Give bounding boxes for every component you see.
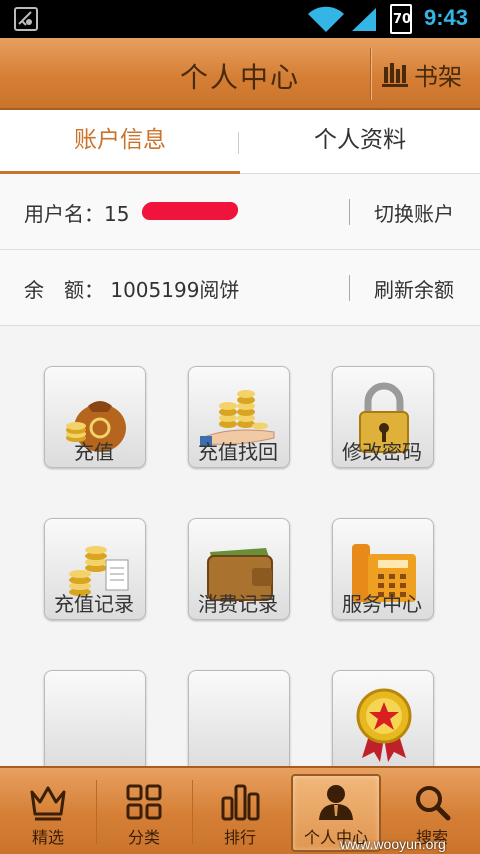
balance-row: 余 额： 1005199阅饼 刷新余额: [0, 250, 480, 326]
ranking-bars-icon: [221, 784, 260, 821]
recharge-recovery-item[interactable]: 充值找回: [166, 328, 310, 478]
header-divider: [370, 48, 372, 100]
change-password-label: 修改密码: [342, 440, 422, 464]
signal-icon: [352, 8, 376, 31]
bookshelf-label: 书架: [414, 62, 462, 91]
battery-level: 70: [392, 12, 412, 27]
nav-ranking-label: 排行: [223, 828, 256, 847]
username-label: 用户名：15: [24, 202, 130, 226]
recharge-item[interactable]: 充值: [22, 328, 166, 478]
recharge-history-label: 充值记录: [54, 592, 134, 616]
award-tile[interactable]: [332, 670, 434, 766]
grid-tile-empty-2[interactable]: [188, 670, 290, 766]
redaction-mark: [140, 202, 240, 220]
switch-account-button[interactable]: 切换账户: [374, 198, 454, 227]
grid-tile-empty-1[interactable]: [44, 670, 146, 766]
clock: 9:43: [424, 5, 469, 30]
nav-ranking[interactable]: 排行: [192, 768, 288, 854]
balance-value: 1005199阅饼: [110, 278, 240, 302]
nav-featured-label: 精选: [31, 828, 64, 847]
tab-bar: 账户信息 个人资料: [0, 110, 480, 174]
award-medal-icon: [356, 688, 412, 762]
nav-categories[interactable]: 分类: [96, 768, 192, 854]
bookshelf-button[interactable]: 书架: [380, 56, 462, 92]
notification-icon: [14, 7, 38, 31]
balance-label-text: 余 额：: [24, 278, 104, 302]
tab-divider: [238, 132, 239, 154]
spending-history-item[interactable]: 消费记录: [166, 480, 310, 630]
award-item[interactable]: [310, 632, 454, 766]
tab-account-info[interactable]: 账户信息: [0, 110, 240, 174]
search-icon: [416, 786, 451, 821]
row-divider: [349, 199, 350, 225]
nav-personal-center-label: 个人中心: [303, 828, 368, 847]
refresh-balance-button[interactable]: 刷新余额: [374, 274, 454, 303]
nav-categories-label: 分类: [127, 828, 160, 847]
change-password-item[interactable]: 修改密码: [310, 328, 454, 478]
recharge-recovery-label: 充值找回: [198, 440, 278, 464]
tab-personal-profile[interactable]: 个人资料: [240, 110, 480, 174]
grid-item-empty-2[interactable]: [166, 632, 310, 766]
row-divider: [349, 275, 350, 301]
app-header: 个人中心 书架: [0, 38, 480, 110]
spending-history-label: 消费记录: [198, 592, 278, 616]
nav-featured[interactable]: 精选: [0, 768, 96, 854]
user-icon: [319, 785, 353, 820]
bookshelf-icon: [382, 63, 408, 87]
battery-icon: 70: [390, 4, 412, 34]
function-grid: 充值 充值找回 修改密码 充值记录 消费记录 服务中心: [0, 328, 480, 766]
balance-label: 余 额： 1005199阅饼: [24, 274, 239, 303]
grid-item-empty-1[interactable]: [22, 632, 166, 766]
nav-personal-center[interactable]: 个人中心: [288, 768, 384, 854]
service-center-item[interactable]: 服务中心: [310, 480, 454, 630]
category-grid-icon: [126, 784, 162, 820]
recharge-history-item[interactable]: 充值记录: [22, 480, 166, 630]
wifi-icon: [308, 6, 344, 33]
service-center-label: 服务中心: [342, 592, 422, 616]
crown-icon: [30, 786, 66, 821]
recharge-label: 充值: [74, 440, 114, 464]
status-bar: 70 9:43: [0, 0, 480, 38]
username-row: 用户名：15 切换账户: [0, 174, 480, 250]
